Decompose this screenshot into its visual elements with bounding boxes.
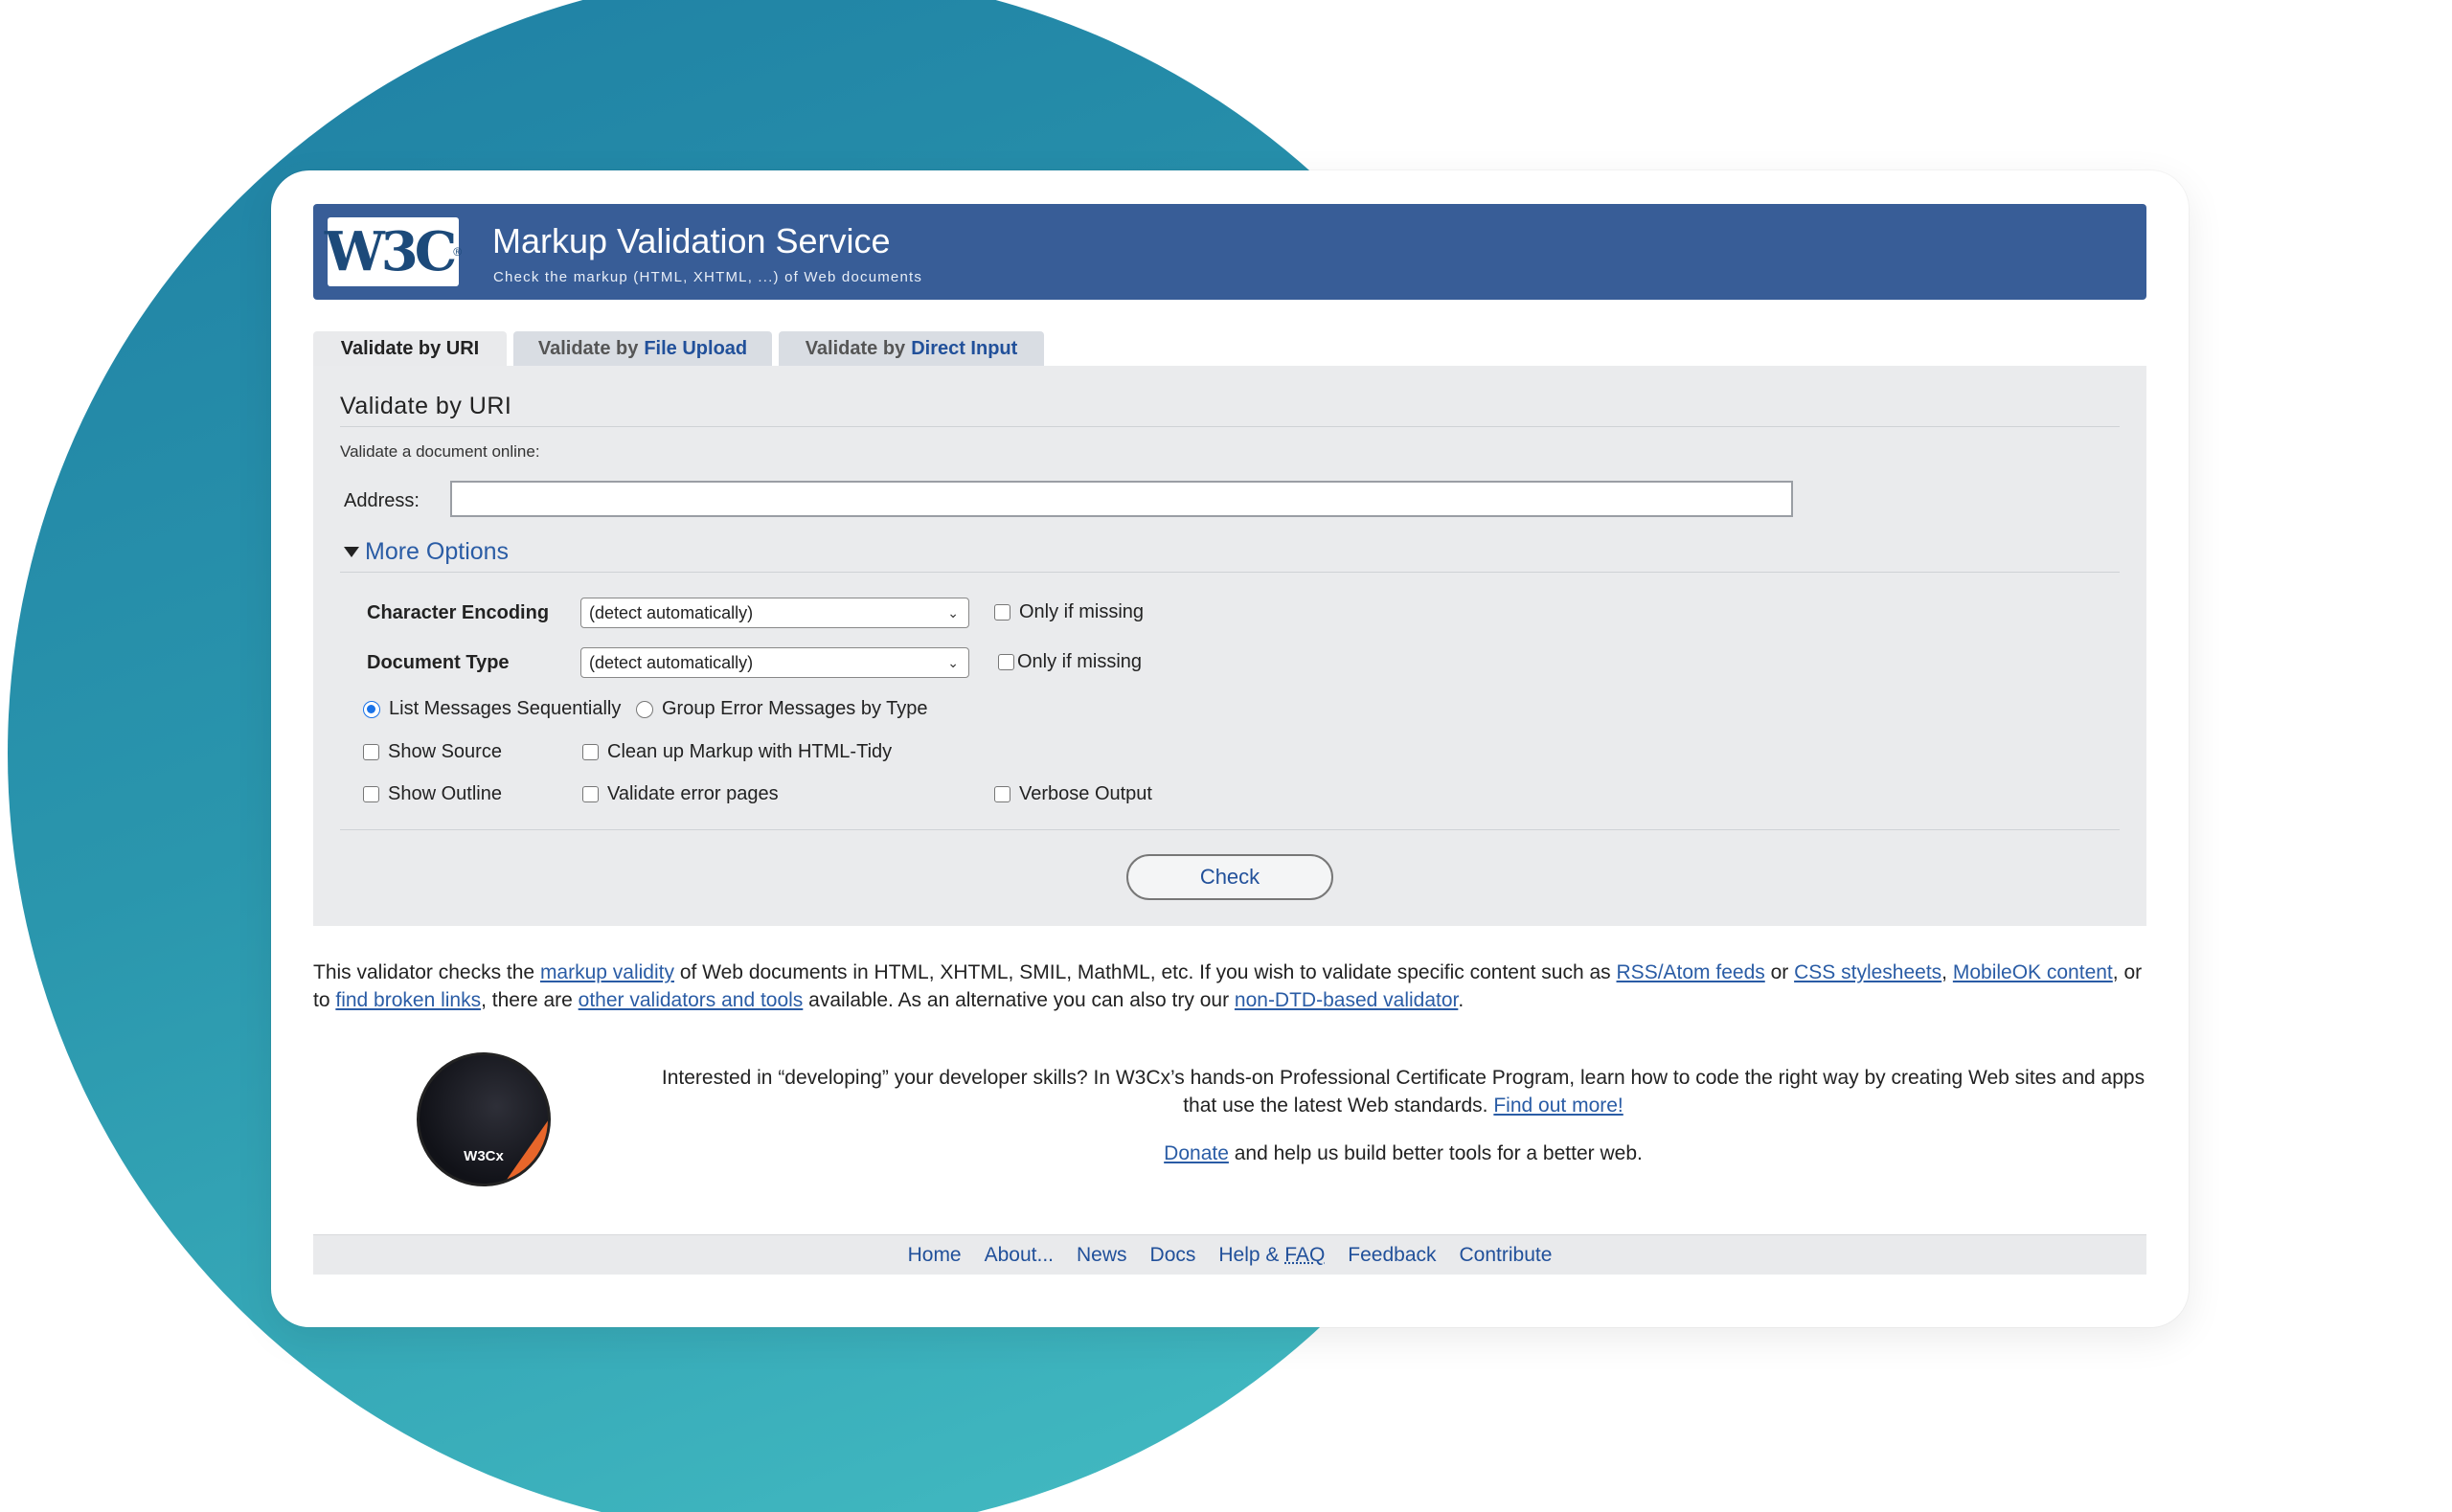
triangle-down-icon xyxy=(344,547,359,557)
char-encoding-only-if-missing[interactable]: Only if missing xyxy=(994,601,1144,623)
checkbox-label: Clean up Markup with HTML-Tidy xyxy=(607,741,893,762)
divider xyxy=(340,829,2120,830)
tab-label: Validate by xyxy=(805,337,906,359)
doc-type-label: Document Type xyxy=(367,652,510,673)
desc-text: or xyxy=(1764,961,1795,983)
char-encoding-select[interactable]: (detect automatically) ⌄ xyxy=(580,598,969,628)
chevron-down-icon: ⌄ xyxy=(947,604,959,621)
desc-text: , xyxy=(1941,961,1953,983)
promo-body: Interested in “developing” your develope… xyxy=(661,1067,2146,1117)
w3cx-badge-image[interactable]: W3Cx xyxy=(417,1052,551,1186)
footer-nav: Home About... News Docs Help & FAQ Feedb… xyxy=(313,1234,2146,1275)
radio-label: Group Error Messages by Type xyxy=(662,698,928,719)
radio-button-selected[interactable] xyxy=(363,700,380,718)
footer-about-link[interactable]: About... xyxy=(985,1244,1054,1267)
checkbox-label: Only if missing xyxy=(1017,651,1143,672)
find-out-more-link[interactable]: Find out more! xyxy=(1493,1095,1623,1117)
checkbox[interactable] xyxy=(582,786,599,802)
desc-text: This validator checks the xyxy=(313,961,540,983)
cleanup-markup-option[interactable]: Clean up Markup with HTML-Tidy xyxy=(582,741,892,763)
validator-description: This validator checks the markup validit… xyxy=(313,959,2146,1014)
radio-label: List Messages Sequentially xyxy=(389,698,622,719)
more-options-label: More Options xyxy=(365,538,510,565)
checkbox-label: Only if missing xyxy=(1019,601,1145,622)
show-outline-option[interactable]: Show Outline xyxy=(363,783,502,805)
doc-type-select[interactable]: (detect automatically) ⌄ xyxy=(580,647,969,678)
char-encoding-value: (detect automatically) xyxy=(589,602,754,622)
checkbox-label: Validate error pages xyxy=(607,783,779,804)
css-stylesheets-link[interactable]: CSS stylesheets xyxy=(1794,961,1941,983)
footer-contribute-link[interactable]: Contribute xyxy=(1460,1244,1553,1267)
footer-faq-label: FAQ xyxy=(1284,1243,1326,1266)
address-input[interactable] xyxy=(450,481,1793,517)
desc-text: . xyxy=(1458,989,1464,1011)
verbose-output-option[interactable]: Verbose Output xyxy=(994,783,1152,805)
divider xyxy=(340,572,2120,573)
header-banner: W3C ® Markup Validation Service Check the… xyxy=(313,204,2146,300)
doc-type-value: (detect automatically) xyxy=(589,652,754,672)
non-dtd-validator-link[interactable]: non-DTD-based validator xyxy=(1235,989,1458,1011)
checkbox[interactable] xyxy=(363,744,379,760)
screenshot-card: W3C ® Markup Validation Service Check the… xyxy=(271,170,2189,1327)
check-button[interactable]: Check xyxy=(1126,854,1333,900)
mobileok-content-link[interactable]: MobileOK content xyxy=(1953,961,2113,983)
footer-news-link[interactable]: News xyxy=(1077,1244,1127,1267)
rss-atom-feeds-link[interactable]: RSS/Atom feeds xyxy=(1617,961,1765,983)
footer-help-label: Help & xyxy=(1218,1243,1285,1266)
desc-text: of Web documents in HTML, XHTML, SMIL, M… xyxy=(674,961,1617,983)
checkbox[interactable] xyxy=(582,744,599,760)
footer-home-link[interactable]: Home xyxy=(908,1244,962,1267)
checkbox-label: Show Source xyxy=(388,741,502,762)
chevron-down-icon: ⌄ xyxy=(947,654,959,670)
doc-type-only-if-missing[interactable]: Only if missing xyxy=(998,651,1142,673)
tab-label-highlight: File Upload xyxy=(644,337,748,359)
tab-validate-by-file-upload[interactable]: Validate by File Upload xyxy=(513,331,772,366)
show-source-option[interactable]: Show Source xyxy=(363,741,502,763)
checkbox[interactable] xyxy=(363,786,379,802)
tab-label: Validate by URI xyxy=(340,337,480,359)
tab-validate-by-uri[interactable]: Validate by URI xyxy=(313,331,507,366)
checkbox[interactable] xyxy=(994,604,1010,621)
checkbox-label: Show Outline xyxy=(388,783,502,804)
tab-validate-by-direct-input[interactable]: Validate by Direct Input xyxy=(779,331,1044,366)
desc-text: , there are xyxy=(481,989,579,1011)
radio-button[interactable] xyxy=(636,700,653,718)
radio-list-sequentially[interactable]: List Messages Sequentially xyxy=(363,698,621,720)
donate-link[interactable]: Donate xyxy=(1164,1142,1229,1164)
w3c-logo[interactable]: W3C ® xyxy=(324,217,463,286)
badge-text: W3Cx xyxy=(464,1148,504,1164)
footer-help-faq-link[interactable]: Help & FAQ xyxy=(1218,1244,1325,1267)
radio-group-by-type[interactable]: Group Error Messages by Type xyxy=(636,698,928,720)
intro-text: Validate a document online: xyxy=(340,442,540,461)
checkbox[interactable] xyxy=(998,654,1014,670)
validator-page: W3C ® Markup Validation Service Check the… xyxy=(313,204,2146,1275)
donate-text: and help us build better tools for a bet… xyxy=(1228,1142,1643,1164)
address-label: Address: xyxy=(344,490,420,511)
section-title: Validate by URI xyxy=(340,393,512,419)
divider xyxy=(340,426,2120,427)
other-validators-link[interactable]: other validators and tools xyxy=(579,989,804,1011)
desc-text: available. As an alternative you can als… xyxy=(803,989,1235,1011)
footer-docs-link[interactable]: Docs xyxy=(1150,1244,1196,1267)
w3c-logo-text: W3C xyxy=(324,220,457,283)
more-options-toggle[interactable]: More Options xyxy=(344,538,509,566)
tab-label: Validate by xyxy=(537,337,639,359)
promo-text: Interested in “developing” your develope… xyxy=(658,1064,2148,1119)
find-broken-links-link[interactable]: find broken links xyxy=(335,989,481,1011)
registered-mark: ® xyxy=(453,245,463,259)
validate-uri-panel: Validate by URI Validate a document onli… xyxy=(313,366,2146,926)
validate-error-pages-option[interactable]: Validate error pages xyxy=(582,783,779,805)
page-title: Markup Validation Service xyxy=(492,221,891,260)
checkbox[interactable] xyxy=(994,786,1010,802)
markup-validity-link[interactable]: markup validity xyxy=(540,961,674,983)
checkbox-label: Verbose Output xyxy=(1019,783,1152,804)
char-encoding-label: Character Encoding xyxy=(367,602,550,623)
footer-feedback-link[interactable]: Feedback xyxy=(1348,1244,1436,1267)
tab-label-highlight: Direct Input xyxy=(911,337,1018,359)
page-subtitle: Check the markup (HTML, XHTML, ...) of W… xyxy=(493,269,923,285)
donate-line: Donate and help us build better tools fo… xyxy=(658,1142,2148,1165)
